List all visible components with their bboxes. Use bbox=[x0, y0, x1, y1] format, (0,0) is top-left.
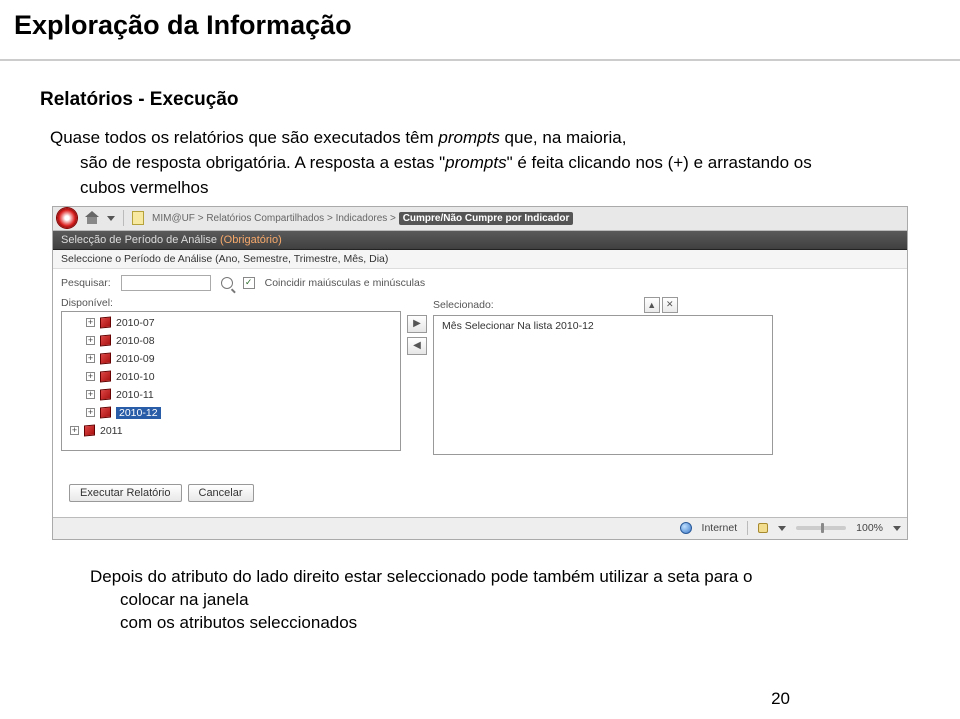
cube-icon bbox=[100, 335, 111, 347]
app-screenshot: MIM@UF > Relatórios Compartilhados > Ind… bbox=[52, 206, 908, 540]
app-toolbar: MIM@UF > Relatórios Compartilhados > Ind… bbox=[53, 207, 907, 231]
move-right-button[interactable]: ▶ bbox=[407, 315, 427, 333]
tree-label: 2010-12 bbox=[116, 407, 161, 419]
search-input[interactable] bbox=[121, 275, 211, 291]
paragraph: cubos vermelhos bbox=[80, 177, 920, 200]
breadcrumb: MIM@UF > Relatórios Compartilhados > Ind… bbox=[152, 213, 573, 224]
status-bar: Internet 100% bbox=[53, 517, 907, 539]
cube-icon bbox=[100, 371, 111, 383]
prompt-subheader: Seleccione o Período de Análise (Ano, Se… bbox=[53, 250, 907, 269]
prompt-body: Pesquisar: ✓ Coincidir maiúsculas e minú… bbox=[53, 269, 907, 517]
tree-item[interactable]: +2010-10 bbox=[66, 368, 396, 386]
para-text: são de resposta obrigatória. A resposta … bbox=[80, 153, 445, 172]
selected-item[interactable]: Mês Selecionar Na lista 2010-12 bbox=[438, 318, 768, 334]
cube-icon bbox=[100, 389, 111, 401]
execute-button[interactable]: Executar Relatório bbox=[69, 484, 182, 502]
status-internet-label: Internet bbox=[702, 522, 738, 534]
selected-listbox[interactable]: Mês Selecionar Na lista 2010-12 bbox=[433, 315, 773, 455]
action-buttons: Executar Relatório Cancelar bbox=[61, 479, 899, 507]
expand-icon[interactable]: + bbox=[86, 390, 95, 399]
prompt-title: Selecção de Período de Análise bbox=[61, 234, 217, 246]
internet-icon bbox=[680, 522, 692, 534]
cube-icon bbox=[100, 317, 111, 329]
footer-line: com os atributos seleccionados bbox=[120, 612, 920, 635]
expand-icon[interactable]: + bbox=[86, 372, 95, 381]
footer-paragraph: Depois do atributo do lado direito estar… bbox=[40, 566, 920, 635]
expand-icon[interactable]: + bbox=[86, 336, 95, 345]
document-icon bbox=[132, 211, 144, 225]
home-icon[interactable] bbox=[85, 211, 99, 225]
cube-icon bbox=[84, 425, 95, 437]
para-text: " é feita clicando nos (+) e arrastando … bbox=[507, 153, 812, 172]
zoom-label: 100% bbox=[856, 522, 883, 534]
paragraph: Quase todos os relatórios que são execut… bbox=[50, 127, 920, 150]
selected-toolbar: ▲ ✕ bbox=[644, 297, 678, 313]
para-text: que, na maioria, bbox=[500, 128, 627, 147]
footer-line: colocar na janela bbox=[120, 589, 920, 612]
para-ital: prompts bbox=[445, 153, 506, 172]
transfer-buttons: ▶ ◀ bbox=[401, 297, 433, 455]
tree-label: 2010-07 bbox=[116, 317, 155, 329]
page-title: Exploração da Informação bbox=[0, 0, 960, 61]
tree-label: 2010-09 bbox=[116, 353, 155, 365]
crumb[interactable]: Relatórios Compartilhados bbox=[206, 213, 324, 224]
available-listbox[interactable]: +2010-07 +2010-08 +2010-09 +2010-10 +201… bbox=[61, 311, 401, 451]
tree-item[interactable]: +2011 bbox=[66, 422, 396, 440]
expand-icon[interactable]: + bbox=[86, 408, 95, 417]
expand-icon[interactable]: + bbox=[70, 426, 79, 435]
footer-line: Depois do atributo do lado direito estar… bbox=[90, 566, 920, 589]
search-row: Pesquisar: ✓ Coincidir maiúsculas e minú… bbox=[61, 275, 899, 291]
cube-icon bbox=[100, 407, 111, 419]
expand-icon[interactable]: + bbox=[86, 354, 95, 363]
move-up-button[interactable]: ▲ bbox=[644, 297, 660, 313]
crumb[interactable]: MIM@UF bbox=[152, 213, 195, 224]
prompt-header: Selecção de Período de Análise (Obrigató… bbox=[53, 231, 907, 250]
available-label: Disponível: bbox=[61, 297, 401, 309]
search-icon[interactable] bbox=[221, 277, 233, 289]
move-left-button[interactable]: ◀ bbox=[407, 337, 427, 355]
remove-button[interactable]: ✕ bbox=[662, 297, 678, 313]
cube-icon bbox=[100, 353, 111, 365]
page-number: 20 bbox=[771, 689, 790, 709]
tree-item[interactable]: +2010-08 bbox=[66, 332, 396, 350]
match-case-label: Coincidir maiúsculas e minúsculas bbox=[265, 277, 425, 289]
selected-pane: Selecionado: ▲ ✕ Mês Selecionar Na lista… bbox=[433, 297, 773, 455]
tree-item[interactable]: +2010-09 bbox=[66, 350, 396, 368]
chevron-down-icon[interactable] bbox=[778, 526, 786, 531]
crumb-current: Cumpre/Não Cumpre por Indicador bbox=[399, 212, 574, 225]
section-subtitle: Relatórios - Execução bbox=[40, 89, 920, 111]
logo-icon bbox=[57, 208, 77, 228]
required-label: (Obrigatório) bbox=[220, 234, 282, 246]
tree-label: 2010-11 bbox=[116, 389, 154, 401]
content-area: Relatórios - Execução Quase todos os rel… bbox=[0, 61, 960, 635]
para-text: Quase todos os relatórios que são execut… bbox=[50, 128, 438, 147]
divider bbox=[123, 210, 124, 226]
selected-label: Selecionado: bbox=[433, 299, 494, 311]
available-pane: Disponível: +2010-07 +2010-08 +2010-09 +… bbox=[61, 297, 401, 455]
crumb[interactable]: Indicadores bbox=[336, 213, 388, 224]
tree-label: 2010-08 bbox=[116, 335, 155, 347]
match-case-checkbox[interactable]: ✓ bbox=[243, 277, 255, 289]
divider bbox=[747, 521, 748, 535]
zoom-slider[interactable] bbox=[796, 526, 846, 530]
tree-label: 2010-10 bbox=[116, 371, 155, 383]
chevron-down-icon[interactable] bbox=[107, 216, 115, 221]
tree-item-selected[interactable]: +2010-12 bbox=[66, 404, 396, 422]
paragraph: são de resposta obrigatória. A resposta … bbox=[80, 152, 920, 175]
dual-list: Disponível: +2010-07 +2010-08 +2010-09 +… bbox=[61, 297, 899, 455]
para-ital: prompts bbox=[438, 128, 499, 147]
chevron-down-icon[interactable] bbox=[893, 526, 901, 531]
lock-icon[interactable] bbox=[758, 523, 768, 533]
tree-label: 2011 bbox=[100, 425, 123, 437]
cancel-button[interactable]: Cancelar bbox=[188, 484, 254, 502]
tree-item[interactable]: +2010-07 bbox=[66, 314, 396, 332]
search-label: Pesquisar: bbox=[61, 277, 111, 289]
expand-icon[interactable]: + bbox=[86, 318, 95, 327]
tree-item[interactable]: +2010-11 bbox=[66, 386, 396, 404]
